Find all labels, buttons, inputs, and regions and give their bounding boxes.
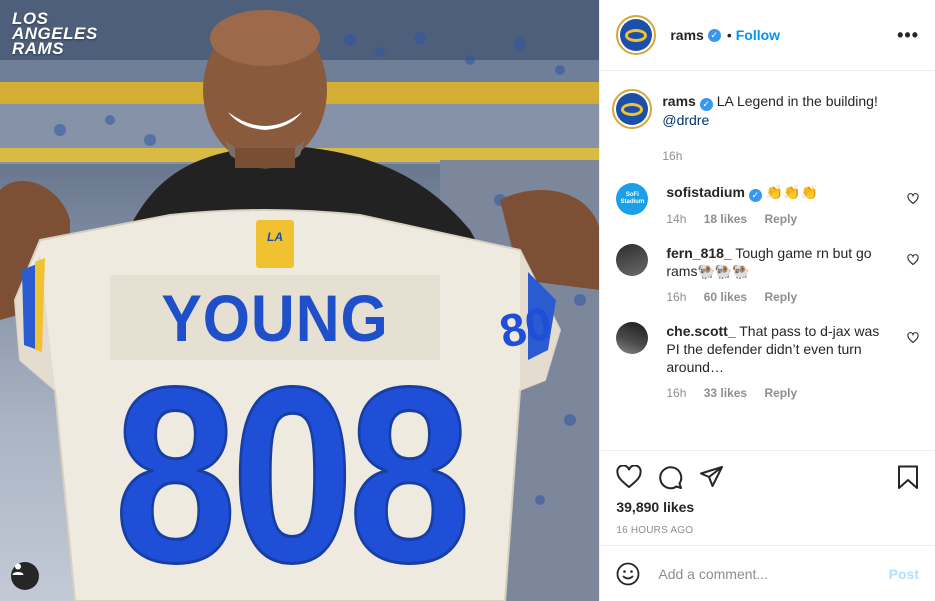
smiley-icon xyxy=(616,562,640,585)
comment-item: SoFi Stadium sofistadium ✓ 👏👏👏 14h 18 lik… xyxy=(616,183,919,228)
share-button[interactable] xyxy=(699,465,724,489)
caption-avatar[interactable] xyxy=(612,89,653,129)
heart-icon xyxy=(616,465,642,489)
caption-time[interactable]: 16h xyxy=(662,149,682,163)
more-options-icon[interactable]: ••• xyxy=(897,25,919,46)
emoji-picker-button[interactable] xyxy=(616,562,640,586)
instagram-post: LOS ANGELES RAMS LA YOUNG 808 80 rams ✓ … xyxy=(0,0,935,601)
post-header: rams ✓ • Follow ••• xyxy=(600,0,935,71)
sleeve-number: 80 xyxy=(495,296,557,358)
comment-likes[interactable]: 18 likes xyxy=(704,212,747,226)
comment-username[interactable]: sofistadium xyxy=(666,184,745,200)
separator-dot: • xyxy=(726,27,732,43)
rams-avatar[interactable] xyxy=(616,15,657,55)
paper-plane-icon xyxy=(700,466,724,487)
post-comment-button[interactable]: Post xyxy=(889,566,919,582)
comments-list[interactable]: rams ✓ LA Legend in the building! @drdre … xyxy=(600,71,935,450)
caption-text: LA Legend in the building! xyxy=(716,93,878,109)
caption-username[interactable]: rams xyxy=(662,93,695,109)
caption-mention-link[interactable]: @drdre xyxy=(662,112,709,128)
bookmark-icon xyxy=(898,465,918,489)
like-comment-heart-icon[interactable] xyxy=(907,254,919,266)
verified-badge-icon: ✓ xyxy=(699,98,713,111)
header-username[interactable]: rams xyxy=(670,27,703,43)
commenter-avatar[interactable] xyxy=(616,322,649,354)
rams-logo-icon xyxy=(616,93,649,125)
commenter-avatar[interactable]: SoFi Stadium xyxy=(616,183,649,215)
like-comment-heart-icon[interactable] xyxy=(907,193,919,205)
reply-button[interactable]: Reply xyxy=(764,212,797,226)
comment-item: fern_818_ Tough game rn but go rams🐏🐏🐏 1… xyxy=(616,244,919,306)
comment-likes[interactable]: 60 likes xyxy=(704,290,747,304)
rams-logo-icon xyxy=(620,19,653,51)
comment-button[interactable] xyxy=(658,465,683,490)
comment-username[interactable]: che.scott_ xyxy=(666,323,735,339)
post-photo[interactable]: LOS ANGELES RAMS LA YOUNG 808 80 xyxy=(0,0,600,601)
reply-button[interactable]: Reply xyxy=(764,290,797,304)
post-details-panel: rams ✓ • Follow ••• rams ✓ LA Legend in t… xyxy=(599,0,935,601)
post-timestamp[interactable]: 16 HOURS AGO xyxy=(616,525,919,536)
comment-username[interactable]: fern_818_ xyxy=(666,245,731,261)
reply-button[interactable]: Reply xyxy=(764,386,797,400)
verified-badge-icon: ✓ xyxy=(707,28,721,42)
add-comment-bar: Post xyxy=(600,545,935,601)
comment-time[interactable]: 16h xyxy=(666,386,686,400)
jersey-patch-text: LA xyxy=(267,230,283,244)
follow-button[interactable]: Follow xyxy=(736,27,780,43)
save-button[interactable] xyxy=(897,465,919,490)
post-actions: 39,890 likes 16 HOURS AGO xyxy=(600,450,935,545)
like-comment-heart-icon[interactable] xyxy=(907,332,919,344)
comment-text: 👏👏👏 xyxy=(765,184,819,200)
person-icon xyxy=(12,563,24,575)
comment-input[interactable] xyxy=(656,564,889,583)
jersey-number: 808 xyxy=(113,335,472,601)
logo-line-3: RAMS xyxy=(12,39,65,58)
tagged-users-button[interactable] xyxy=(11,562,39,590)
comment-time[interactable]: 16h xyxy=(666,290,686,304)
likes-count[interactable]: 39,890 likes xyxy=(616,499,919,515)
comment-time[interactable]: 14h xyxy=(666,212,686,226)
comment-bubble-icon xyxy=(659,465,683,489)
caption: rams ✓ LA Legend in the building! @drdre … xyxy=(612,89,919,165)
like-button[interactable] xyxy=(616,465,642,489)
comment-likes[interactable]: 33 likes xyxy=(704,386,747,400)
verified-badge-icon: ✓ xyxy=(748,189,762,202)
comment-item: che.scott_ That pass to d-jax was PI the… xyxy=(616,322,919,402)
team-logo: LOS ANGELES RAMS xyxy=(12,10,122,58)
commenter-avatar[interactable] xyxy=(616,244,649,276)
